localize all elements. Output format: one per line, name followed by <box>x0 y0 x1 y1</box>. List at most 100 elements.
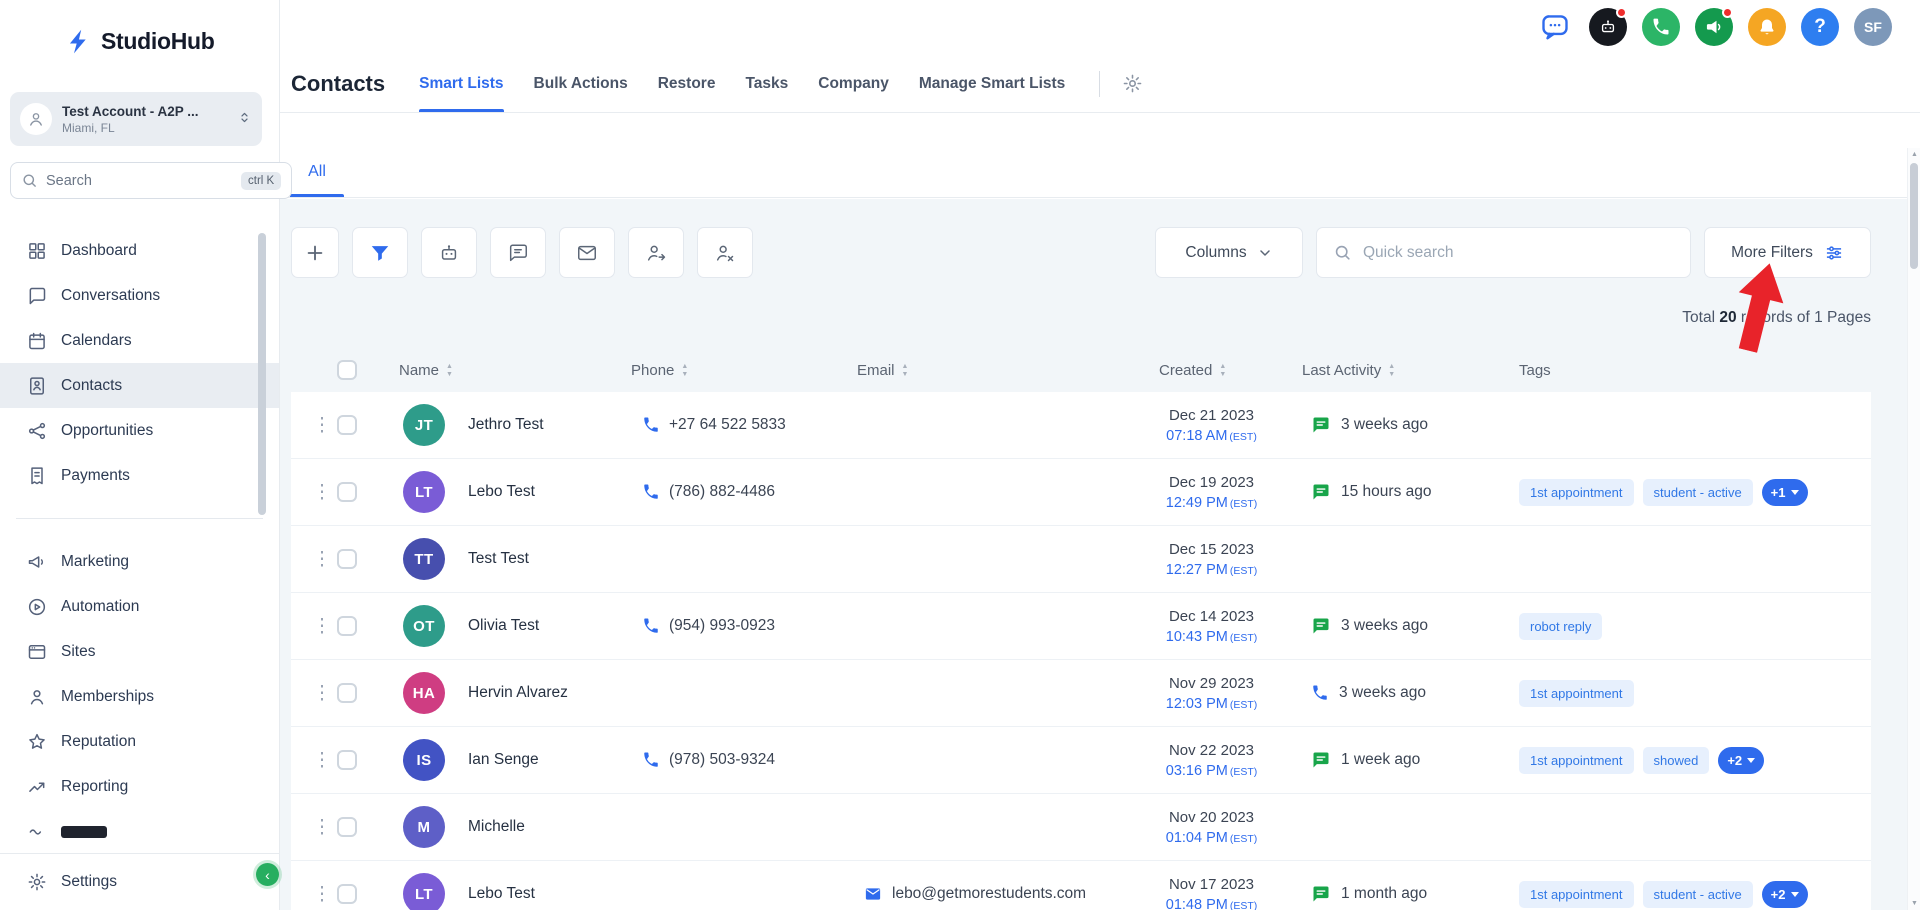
row-menu-button[interactable]: ⋮ <box>313 392 332 458</box>
row-checkbox[interactable] <box>337 415 357 435</box>
column-header-email[interactable]: Email <box>857 348 908 392</box>
quick-search-input[interactable] <box>1363 243 1674 262</box>
sidebar-item-memberships[interactable]: Memberships <box>0 674 279 719</box>
table-row[interactable]: ⋮ JT Jethro Test +27 64 522 5833 Dec 21 2023… <box>291 392 1871 459</box>
tab-all[interactable]: All <box>290 147 344 197</box>
table-row[interactable]: ⋮ IS Ian Senge (978) 503-9324 Nov 22 2023 03:… <box>291 727 1871 794</box>
scroll-up-arrow-icon[interactable]: ▲ <box>1908 151 1920 158</box>
account-switcher[interactable]: Test Account - A2P ... Miami, FL <box>10 92 262 146</box>
remove-contact-button[interactable] <box>697 227 753 278</box>
gear-icon <box>27 872 47 892</box>
sidebar-scrollbar-thumb[interactable] <box>258 233 266 515</box>
sidebar-collapse-button[interactable]: ‹ <box>256 863 279 886</box>
brand-logo[interactable]: StudioHub <box>66 28 215 55</box>
column-header-name[interactable]: Name <box>399 348 453 392</box>
row-checkbox[interactable] <box>337 549 357 569</box>
tag[interactable]: 1st appointment <box>1519 679 1634 707</box>
notifications-button[interactable] <box>1748 8 1786 46</box>
send-email-button[interactable] <box>559 227 615 278</box>
sidebar-item-sites[interactable]: Sites <box>0 629 279 674</box>
sidebar-item-contacts[interactable]: Contacts <box>0 363 279 408</box>
contact-name[interactable]: Michelle <box>468 794 525 860</box>
row-menu-button[interactable]: ⋮ <box>313 459 332 525</box>
tag[interactable]: 1st appointment <box>1519 746 1634 774</box>
tag[interactable]: robot reply <box>1519 612 1603 640</box>
tab-smart-lists[interactable]: Smart Lists <box>419 55 504 112</box>
tab-tasks[interactable]: Tasks <box>745 55 788 112</box>
row-checkbox[interactable] <box>337 482 357 502</box>
announcements-button[interactable] <box>1695 7 1733 46</box>
ai-bot-button[interactable] <box>1589 7 1627 46</box>
select-all-checkbox[interactable] <box>337 360 357 380</box>
row-menu-button[interactable]: ⋮ <box>313 660 332 726</box>
content-scrollbar[interactable]: ▲ ▼ <box>1907 148 1920 910</box>
column-header-created[interactable]: Created <box>1159 348 1226 392</box>
tab-restore[interactable]: Restore <box>658 55 716 112</box>
row-checkbox[interactable] <box>337 817 357 837</box>
contact-name[interactable]: Lebo Test <box>468 459 535 525</box>
sidebar-item-partial[interactable] <box>0 809 279 845</box>
column-header-last-activity[interactable]: Last Activity <box>1302 348 1395 392</box>
sidebar-item-marketing[interactable]: Marketing <box>0 539 279 584</box>
sidebar-item-automation[interactable]: Automation <box>0 584 279 629</box>
row-checkbox[interactable] <box>337 683 357 703</box>
scroll-down-arrow-icon[interactable]: ▼ <box>1908 900 1920 907</box>
tag[interactable]: student - active <box>1642 880 1753 908</box>
table-row[interactable]: ⋮ OT Olivia Test (954) 993-0923 Dec 14 2023 1… <box>291 593 1871 660</box>
row-menu-button[interactable]: ⋮ <box>313 727 332 793</box>
tag[interactable]: 1st appointment <box>1519 478 1634 506</box>
filter-button[interactable] <box>352 227 408 278</box>
sidebar-item-reputation[interactable]: Reputation <box>0 719 279 764</box>
table-row[interactable]: ⋮ HA Hervin Alvarez Nov 29 2023 12:03 PM (EST… <box>291 660 1871 727</box>
contact-name[interactable]: Jethro Test <box>468 392 544 458</box>
more-tags-button[interactable]: +1 <box>1761 478 1808 506</box>
contact-name[interactable]: Lebo Test <box>468 861 535 910</box>
row-menu-button[interactable]: ⋮ <box>313 794 332 860</box>
sidebar-item-calendars[interactable]: Calendars <box>0 318 279 363</box>
sidebar-item-reporting[interactable]: Reporting <box>0 764 279 809</box>
tab-bulk-actions[interactable]: Bulk Actions <box>534 55 628 112</box>
sidebar-item-opportunities[interactable]: Opportunities <box>0 408 279 453</box>
contact-name[interactable]: Hervin Alvarez <box>468 660 568 726</box>
contact-name[interactable]: Ian Senge <box>468 727 539 793</box>
table-row[interactable]: ⋮ TT Test Test Dec 15 2023 12:27 PM (EST) <box>291 526 1871 593</box>
sidebar-search-input[interactable] <box>46 172 233 189</box>
tab-company[interactable]: Company <box>818 55 889 112</box>
more-tags-button[interactable]: +2 <box>1718 746 1765 774</box>
profile-avatar[interactable]: SF <box>1854 8 1892 46</box>
avatar: LT <box>403 873 445 910</box>
row-menu-button[interactable]: ⋮ <box>313 593 332 659</box>
row-checkbox[interactable] <box>337 750 357 770</box>
contacts-settings-gear-icon[interactable] <box>1122 73 1143 94</box>
scrollbar-thumb[interactable] <box>1910 163 1918 269</box>
bot-action-button[interactable] <box>421 227 477 278</box>
add-contact-button[interactable] <box>291 227 339 278</box>
quick-search-box[interactable] <box>1316 227 1691 278</box>
import-contact-button[interactable] <box>628 227 684 278</box>
sidebar-item-conversations[interactable]: Conversations <box>0 273 279 318</box>
row-checkbox[interactable] <box>337 616 357 636</box>
columns-button[interactable]: Columns <box>1155 227 1303 278</box>
row-menu-button[interactable]: ⋮ <box>313 526 332 592</box>
phone-dialer-button[interactable] <box>1642 8 1680 46</box>
table-row[interactable]: ⋮ M Michelle Nov 20 2023 01:04 PM (EST) <box>291 794 1871 861</box>
contact-name[interactable]: Olivia Test <box>468 593 539 659</box>
row-checkbox[interactable] <box>337 884 357 904</box>
table-row[interactable]: ⋮ LT Lebo Test (786) 882-4486 Dec 19 2023 12:… <box>291 459 1871 526</box>
column-header-phone[interactable]: Phone <box>631 348 688 392</box>
table-row[interactable]: ⋮ LT Lebo Test lebo@getmorestudents.com Nov … <box>291 861 1871 910</box>
more-tags-button[interactable]: +2 <box>1761 880 1808 908</box>
messages-button[interactable] <box>1536 8 1574 46</box>
send-sms-button[interactable] <box>490 227 546 278</box>
contact-name[interactable]: Test Test <box>468 526 529 592</box>
tag[interactable]: student - active <box>1642 478 1753 506</box>
tag[interactable]: showed <box>1642 746 1710 774</box>
row-menu-button[interactable]: ⋮ <box>313 861 332 910</box>
sidebar-item-payments[interactable]: Payments <box>0 453 279 498</box>
tab-manage-smart-lists[interactable]: Manage Smart Lists <box>919 55 1065 112</box>
tag[interactable]: 1st appointment <box>1519 880 1634 908</box>
sidebar-search-box[interactable]: ctrl K <box>10 162 293 199</box>
help-button[interactable]: ? <box>1801 8 1839 46</box>
sidebar-item-dashboard[interactable]: Dashboard <box>0 228 279 273</box>
sidebar-item-settings[interactable]: Settings <box>0 853 279 910</box>
